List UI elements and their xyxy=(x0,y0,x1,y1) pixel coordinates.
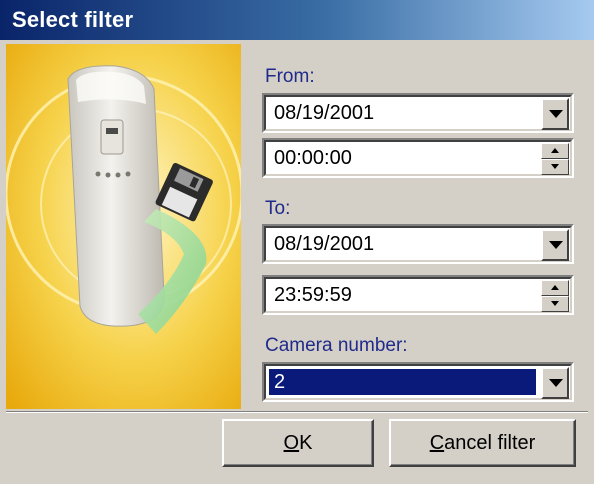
camera-number-value: 2 xyxy=(274,371,286,393)
from-date-dropdown-button[interactable] xyxy=(541,98,569,130)
ok-button[interactable]: OK xyxy=(222,419,374,467)
camera-number-label: Camera number: xyxy=(265,335,408,356)
to-date-combobox[interactable]: 08/19/2001 xyxy=(262,224,574,264)
from-time-decrement-button[interactable] xyxy=(541,159,569,175)
cancel-mnemonic: C xyxy=(429,431,445,454)
motion-sensor-illustration xyxy=(6,44,241,409)
dialog-bottom-edge xyxy=(0,472,594,484)
to-date-dropdown-button[interactable] xyxy=(541,229,569,261)
chevron-down-icon xyxy=(551,301,559,306)
from-date-combobox[interactable]: 08/19/2001 xyxy=(262,93,574,133)
dialog-title: Select filter xyxy=(12,7,134,32)
to-time-spinbox[interactable]: 23:59:59 xyxy=(262,275,574,315)
ok-label-rest: K xyxy=(299,431,313,454)
from-label: From: xyxy=(265,66,315,87)
camera-number-dropdown-button[interactable] xyxy=(541,367,569,399)
to-label: To: xyxy=(265,198,291,219)
chevron-down-icon xyxy=(549,110,563,118)
chevron-down-icon xyxy=(551,164,559,169)
cancel-label-rest: ancel filter xyxy=(444,431,536,454)
to-time-value: 23:59:59 xyxy=(274,284,352,306)
to-time-decrement-button[interactable] xyxy=(541,296,569,312)
chevron-up-icon xyxy=(551,285,559,290)
ok-mnemonic: O xyxy=(283,431,300,454)
title-bar[interactable]: Select filter xyxy=(0,0,594,40)
cancel-filter-button[interactable]: Cancel filter xyxy=(389,419,576,467)
select-filter-dialog: Select filter From: 08/19/2001 00:00:00 … xyxy=(0,0,594,484)
from-time-value: 00:00:00 xyxy=(274,147,352,169)
to-time-increment-button[interactable] xyxy=(541,280,569,296)
from-date-value: 08/19/2001 xyxy=(274,102,375,124)
camera-number-combobox[interactable]: 2 xyxy=(262,362,574,402)
from-time-increment-button[interactable] xyxy=(541,143,569,159)
button-separator xyxy=(6,411,588,413)
chevron-down-icon xyxy=(549,241,563,249)
dialog-illustration xyxy=(6,44,241,409)
to-date-value: 08/19/2001 xyxy=(274,233,375,255)
chevron-up-icon xyxy=(551,148,559,153)
from-time-spinbox[interactable]: 00:00:00 xyxy=(262,138,574,178)
chevron-down-icon xyxy=(549,379,563,387)
